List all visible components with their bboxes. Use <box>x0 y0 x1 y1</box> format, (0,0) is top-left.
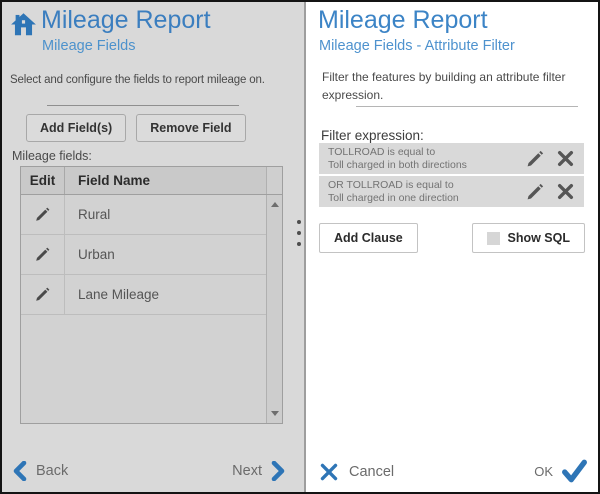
pencil-icon <box>34 206 51 223</box>
edit-cell[interactable] <box>21 235 65 274</box>
cancel-x-icon <box>320 463 338 481</box>
clause-text: OR TOLLROAD is equal to Toll charged in … <box>328 179 525 205</box>
checkbox-icon <box>487 232 500 245</box>
table-scrollbar[interactable] <box>266 195 282 423</box>
divider <box>356 106 578 107</box>
ok-button[interactable]: OK <box>534 458 588 484</box>
check-icon <box>561 458 588 484</box>
ok-label: OK <box>534 464 553 479</box>
home-icon <box>10 11 37 38</box>
pencil-icon <box>525 182 545 202</box>
remove-clause-button[interactable] <box>557 150 574 167</box>
clause-actions <box>525 182 574 202</box>
page-subtitle: Mileage Fields - Attribute Filter <box>319 38 515 54</box>
back-label: Back <box>36 463 68 479</box>
clause-line2: Toll charged in one direction <box>328 192 525 205</box>
mileage-fields-panel: Mileage Report Mileage Fields Select and… <box>2 2 306 492</box>
table-header: Edit Field Name <box>21 167 282 195</box>
scroll-down-icon[interactable] <box>271 411 279 416</box>
cancel-button[interactable]: Cancel <box>320 463 394 481</box>
edit-cell[interactable] <box>21 275 65 314</box>
show-sql-label: Show SQL <box>508 231 571 245</box>
mileage-report-dialog: Mileage Report Mileage Fields Select and… <box>0 0 600 494</box>
page-subtitle: Mileage Fields <box>42 38 136 54</box>
column-header-edit: Edit <box>21 167 65 194</box>
attribute-filter-panel: Mileage Report Mileage Fields - Attribut… <box>306 2 598 492</box>
filter-clause-list: TOLLROAD is equal to Toll charged in bot… <box>319 143 584 209</box>
field-actions: Add Field(s) Remove Field <box>26 114 246 142</box>
clause-line1: OR TOLLROAD is equal to <box>328 179 525 192</box>
edit-clause-button[interactable] <box>525 149 545 169</box>
cancel-label: Cancel <box>349 464 394 480</box>
filter-expression-label: Filter expression: <box>321 128 424 143</box>
filter-clause: TOLLROAD is equal to Toll charged in bot… <box>319 143 584 174</box>
next-label: Next <box>232 463 262 479</box>
table-row[interactable]: Rural <box>21 195 282 235</box>
panel-description: Select and configure the fields to repor… <box>10 74 265 86</box>
table-row[interactable]: Lane Mileage <box>21 275 282 315</box>
edit-cell[interactable] <box>21 195 65 234</box>
chevron-right-icon <box>271 461 286 481</box>
edit-clause-button[interactable] <box>525 182 545 202</box>
page-title: Mileage Report <box>41 6 211 35</box>
field-name-cell: Urban <box>65 247 282 262</box>
table-row[interactable]: Urban <box>21 235 282 275</box>
next-button[interactable]: Next <box>232 461 286 481</box>
clause-action-bar: Add Clause Show SQL <box>319 223 585 253</box>
close-icon <box>557 150 574 167</box>
mileage-fields-table: Edit Field Name Rural <box>20 166 283 424</box>
pencil-icon <box>34 286 51 303</box>
divider <box>47 105 239 106</box>
pencil-icon <box>34 246 51 263</box>
mileage-fields-label: Mileage fields: <box>12 149 92 163</box>
column-header-field-name: Field Name <box>65 173 266 188</box>
add-clause-button[interactable]: Add Clause <box>319 223 418 253</box>
remove-field-button[interactable]: Remove Field <box>136 114 245 142</box>
filter-clause: OR TOLLROAD is equal to Toll charged in … <box>319 176 584 207</box>
panel-splitter-handle[interactable] <box>297 220 301 246</box>
scroll-up-icon[interactable] <box>271 202 279 207</box>
clause-actions <box>525 149 574 169</box>
back-button[interactable]: Back <box>12 461 68 481</box>
field-name-cell: Lane Mileage <box>65 287 282 302</box>
chevron-left-icon <box>12 461 27 481</box>
pencil-icon <box>525 149 545 169</box>
close-icon <box>557 183 574 200</box>
show-sql-toggle[interactable]: Show SQL <box>472 223 586 253</box>
clause-line1: TOLLROAD is equal to <box>328 146 525 159</box>
remove-clause-button[interactable] <box>557 183 574 200</box>
panel-description: Filter the features by building an attri… <box>322 68 594 104</box>
page-title: Mileage Report <box>318 6 488 35</box>
header-scroll-gutter <box>266 167 282 194</box>
field-name-cell: Rural <box>65 207 282 222</box>
clause-line2: Toll charged in both directions <box>328 159 525 172</box>
add-fields-button[interactable]: Add Field(s) <box>26 114 126 142</box>
clause-text: TOLLROAD is equal to Toll charged in bot… <box>328 146 525 172</box>
